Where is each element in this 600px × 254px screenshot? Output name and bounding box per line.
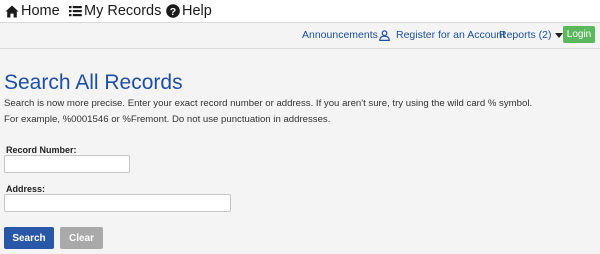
address-label: Address: [6, 184, 46, 194]
help-text-line-1: Search is now more precise. Enter your e… [4, 98, 533, 109]
nav-help-label: Help [182, 3, 212, 19]
nav-home[interactable]: Home [5, 2, 60, 20]
top-navbar: Home My Records ? Help [0, 0, 600, 23]
register-label: Register for an Account [396, 29, 506, 41]
clear-button-label: Clear [68, 232, 94, 244]
search-button[interactable]: Search [4, 227, 54, 249]
help-text-line-2: For example, %0001546 or %Fremont. Do no… [4, 114, 331, 125]
svg-text:?: ? [170, 6, 176, 18]
announcements-label: Announcements [302, 29, 378, 41]
nav-home-label: Home [21, 3, 60, 19]
register-link[interactable]: Register for an Account [379, 28, 505, 42]
address-input[interactable] [4, 194, 231, 212]
nav-my-records-label: My Records [84, 3, 162, 19]
user-icon [379, 29, 390, 41]
search-button-label: Search [12, 232, 46, 244]
login-label: Login [566, 29, 592, 40]
nav-my-records[interactable]: My Records [69, 2, 161, 20]
list-icon [69, 5, 82, 17]
nav-help[interactable]: ? Help [166, 2, 212, 20]
question-circle-icon: ? [166, 4, 180, 18]
record-number-label: Record Number: [6, 145, 77, 155]
page-title: Search All Records [4, 71, 183, 94]
secondary-navbar: Announcements Register for an Account Re… [0, 23, 600, 49]
announcements-link[interactable]: Announcements [302, 28, 378, 42]
caret-down-icon [554, 32, 563, 38]
reports-dropdown[interactable]: Reports (2) [499, 28, 563, 42]
reports-label: Reports (2) [499, 29, 552, 41]
clear-button[interactable]: Clear [60, 227, 103, 249]
record-number-input[interactable] [4, 155, 130, 173]
login-button[interactable]: Login [563, 26, 595, 43]
home-icon [5, 5, 19, 18]
